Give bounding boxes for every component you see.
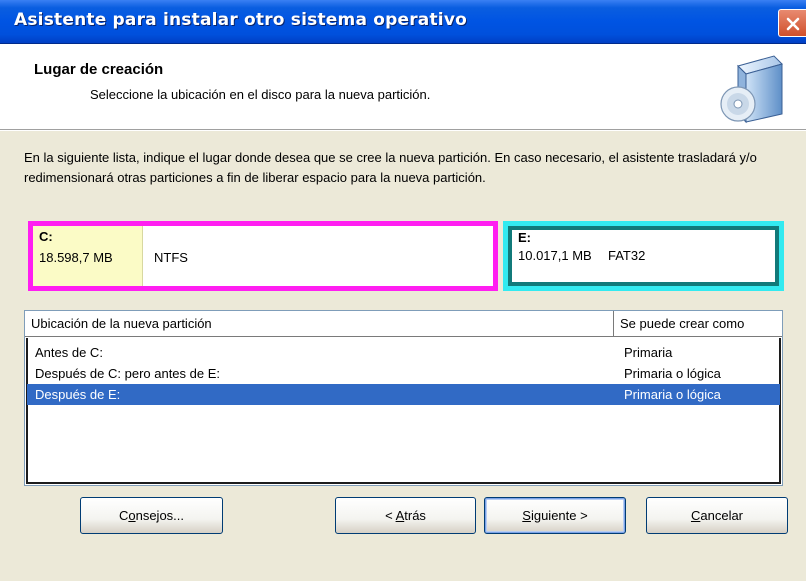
partition-filesystem: NTFS <box>154 250 188 265</box>
partition-size: 10.017,1 MB <box>518 248 592 263</box>
access-key: S <box>522 508 531 523</box>
list-item[interactable]: Antes de C: Primaria <box>27 342 780 363</box>
button-label: iguiente > <box>530 508 588 523</box>
close-button[interactable] <box>778 9 806 37</box>
instructions-text: En la siguiente lista, indique el lugar … <box>24 150 757 185</box>
wizard-body: En la siguiente lista, indique el lugar … <box>0 131 806 581</box>
partition-filesystem: FAT32 <box>608 248 646 263</box>
close-icon <box>786 17 800 31</box>
location-cell: Después de E: <box>35 387 121 402</box>
partition-name: C: <box>39 229 53 244</box>
install-disc-icon <box>720 55 783 124</box>
button-label: C <box>118 508 129 523</box>
page-subtitle: Seleccione la ubicación en el disco para… <box>90 87 431 102</box>
partition-size: 18.598,7 MB <box>39 250 113 265</box>
list-item-selected[interactable]: Después de E: Primaria o lógica <box>27 384 780 405</box>
partition-c[interactable]: C: 18.598,7 MB NTFS <box>28 221 498 291</box>
next-button[interactable]: Siguiente > <box>484 497 626 534</box>
back-button[interactable]: < Atrás <box>335 497 476 534</box>
page-title: Lugar de creación <box>34 61 164 78</box>
column-header-type[interactable]: Se puede crear como <box>614 311 782 337</box>
title-bar: Asistente para instalar otro sistema ope… <box>0 0 806 44</box>
access-key: A <box>395 508 405 523</box>
location-cell: Después de C: pero antes de E: <box>35 366 221 381</box>
button-label: < <box>385 508 396 523</box>
access-key: C <box>690 508 701 523</box>
location-list[interactable]: Ubicación de la nueva partición Se puede… <box>24 310 783 486</box>
list-header: Ubicación de la nueva partición Se puede… <box>25 311 782 337</box>
type-cell: Primaria <box>624 345 673 360</box>
list-item[interactable]: Después de C: pero antes de E: Primaria … <box>27 363 780 384</box>
button-label: ancelar <box>700 508 744 523</box>
window-title: Asistente para instalar otro sistema ope… <box>14 10 467 30</box>
access-key: o <box>128 508 136 523</box>
wizard-header: Lugar de creación Seleccione la ubicació… <box>0 44 806 130</box>
location-cell: Antes de C: <box>35 345 103 360</box>
tips-button[interactable]: Consejos... <box>80 497 223 534</box>
cancel-button[interactable]: Cancelar <box>646 497 788 534</box>
column-header-location[interactable]: Ubicación de la nueva partición <box>25 311 614 337</box>
partition-name: E: <box>518 230 531 245</box>
button-label: trás <box>404 508 426 523</box>
type-cell: Primaria o lógica <box>624 366 721 381</box>
button-label: nsejos... <box>135 508 185 523</box>
type-cell: Primaria o lógica <box>624 387 721 402</box>
partition-e[interactable]: E: 10.017,1 MB FAT32 <box>503 221 784 291</box>
